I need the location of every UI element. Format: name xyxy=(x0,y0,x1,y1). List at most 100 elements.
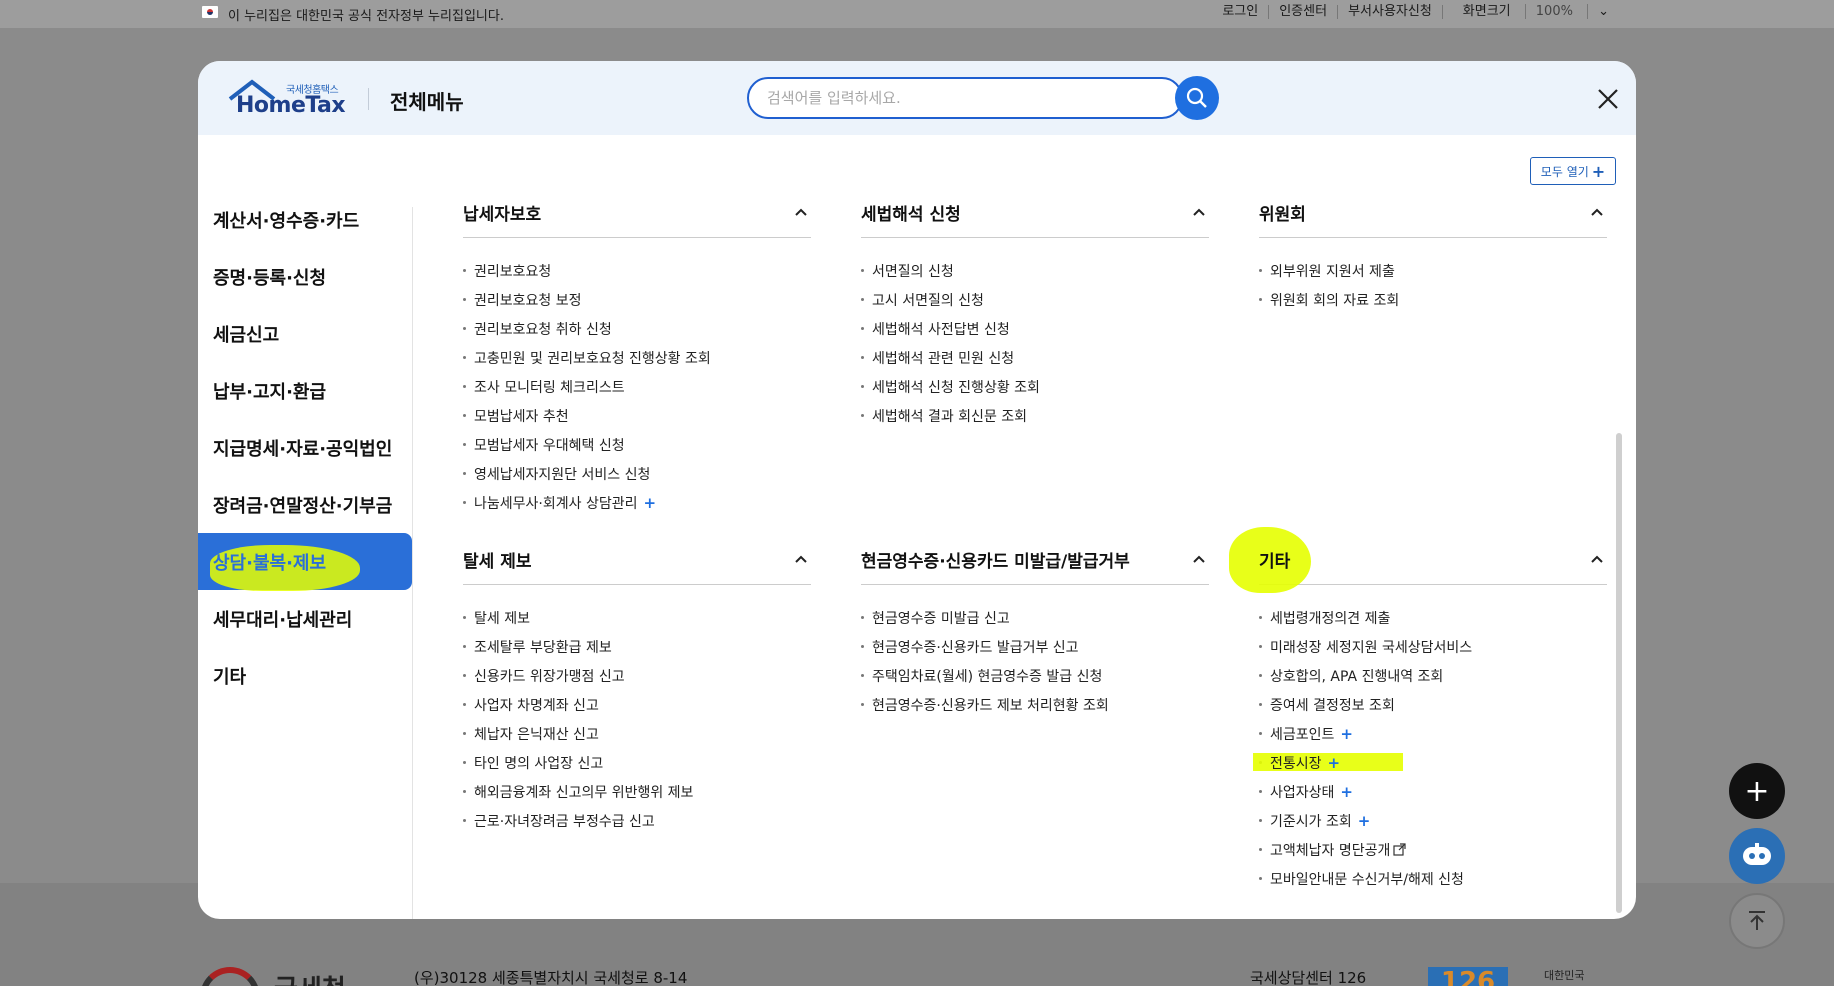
menu-link[interactable]: 영세납세자지원단 서비스 신청 xyxy=(463,459,811,488)
menu-link[interactable]: 사업자상태 + xyxy=(1259,777,1607,806)
hometax-logo[interactable]: 국세청홈택스 HomeTax xyxy=(228,79,348,119)
menu-link[interactable]: 고시 서면질의 신청 xyxy=(861,285,1209,314)
menu-link[interactable]: 고충민원 및 권리보호요청 진행상황 조회 xyxy=(463,343,811,372)
header-divider xyxy=(368,88,369,110)
expand-plus-icon[interactable]: + xyxy=(643,494,656,512)
menu-link[interactable]: 체납자 은닉재산 신고 xyxy=(463,719,811,748)
expand-plus-icon[interactable]: + xyxy=(1340,725,1353,743)
menu-link[interactable]: 위원회 회의 자료 조회 xyxy=(1259,285,1607,314)
chevron-up-icon xyxy=(1591,208,1603,216)
menu-link[interactable]: 서면질의 신청 xyxy=(861,256,1209,285)
nav-item-consultation[interactable]: 상담·불복·제보 xyxy=(198,533,412,591)
menu-link[interactable]: 조세탈루 부당환급 제보 xyxy=(463,632,811,661)
category-nav: 계산서·영수증·카드 증명·등록·신청 세금신고 납부·고지·환급 지급명세·자… xyxy=(198,191,412,704)
chatbot-button[interactable] xyxy=(1729,828,1785,884)
expand-plus-icon[interactable]: + xyxy=(1340,783,1353,801)
arrow-up-icon xyxy=(1749,911,1765,930)
menu-link[interactable]: 권리보호요청 보정 xyxy=(463,285,811,314)
expand-plus-icon[interactable]: + xyxy=(1328,754,1341,772)
menu-link[interactable]: 세법해석 사전답변 신청 xyxy=(861,314,1209,343)
section-title: 기타 xyxy=(1259,552,1291,572)
menu-link[interactable]: 해외금융계좌 신고의무 위반행위 제보 xyxy=(463,777,811,806)
menu-link-traditional-market[interactable]: 전통시장 + xyxy=(1253,748,1607,777)
menu-link[interactable]: 나눔세무사·회계사 상담관리 + xyxy=(463,488,811,517)
chevron-up-icon xyxy=(1591,555,1603,563)
login-link[interactable]: 로그인 xyxy=(1212,5,1268,19)
nav-item-tax-filing[interactable]: 세금신고 xyxy=(198,305,412,362)
section-header[interactable]: 현금영수증·신용카드 미발급/발급거부 xyxy=(861,535,1209,585)
menu-link[interactable]: 모범납세자 우대혜택 신청 xyxy=(463,430,811,459)
menu-link[interactable]: 상호합의, APA 진행내역 조회 xyxy=(1259,661,1607,690)
menu-link[interactable]: 세금포인트 + xyxy=(1259,719,1607,748)
dept-user-link[interactable]: 부서사용자신청 xyxy=(1337,5,1442,19)
menu-link[interactable]: 근로·자녀장려금 부정수급 신고 xyxy=(463,806,811,835)
search-input[interactable] xyxy=(767,88,1147,108)
menu-link[interactable]: 조사 모니터링 체크리스트 xyxy=(463,372,811,401)
gov-banner: 이 누리집은 대한민국 공식 전자정부 누리집입니다. 로그인 인증센터 부서사… xyxy=(0,0,1834,28)
nts-logo-icon xyxy=(200,967,260,986)
menu-link[interactable]: 권리보호요청 xyxy=(463,256,811,285)
zoom-label: 화면크기 xyxy=(1462,4,1511,19)
korea-flag-icon xyxy=(202,6,218,18)
plus-icon: + xyxy=(1591,161,1606,181)
menu-link[interactable]: 외부위원 지원서 제출 xyxy=(1259,256,1607,285)
nav-item-label: 계산서·영수증·카드 xyxy=(213,210,360,232)
section-header[interactable]: 위원회 xyxy=(1259,188,1607,238)
menu-link[interactable]: 세법령개정의견 제출 xyxy=(1259,603,1607,632)
section-header[interactable]: 세법해석 신청 xyxy=(861,188,1209,238)
nav-item-tax-agent[interactable]: 세무대리·납세관리 xyxy=(198,590,412,647)
section-tax-interpretation: 세법해석 신청 서면질의 신청 고시 서면질의 신청 세법해석 사전답변 신청 … xyxy=(861,188,1209,430)
search-icon xyxy=(1186,87,1207,108)
chevron-up-icon xyxy=(1193,208,1205,216)
menu-link[interactable]: 세법해석 결과 회신문 조회 xyxy=(861,401,1209,430)
menu-link[interactable]: 모범납세자 추천 xyxy=(463,401,811,430)
nav-item-statements[interactable]: 지급명세·자료·공익법인 xyxy=(198,419,412,476)
nav-item-invoices[interactable]: 계산서·영수증·카드 xyxy=(198,191,412,248)
nav-item-incentives[interactable]: 장려금·연말정산·기부금 xyxy=(198,476,412,533)
menu-link[interactable]: 증여세 결정정보 조회 xyxy=(1259,690,1607,719)
menu-link[interactable]: 현금영수증·신용카드 제보 처리현황 조회 xyxy=(861,690,1209,719)
section-title: 납세자보호 xyxy=(463,205,542,225)
nav-item-payment[interactable]: 납부·고지·환급 xyxy=(198,362,412,419)
quick-menu-plus-button[interactable]: + xyxy=(1729,763,1785,819)
menu-link[interactable]: 세법해석 신청 진행상황 조회 xyxy=(861,372,1209,401)
nav-item-label: 지급명세·자료·공익법인 xyxy=(213,438,393,460)
nav-item-certificates[interactable]: 증명·등록·신청 xyxy=(198,248,412,305)
open-all-button[interactable]: 모두 열기 + xyxy=(1530,157,1616,185)
nav-item-etc[interactable]: 기타 xyxy=(198,647,412,704)
zoom-control[interactable]: 화면크기 100% ⌄ xyxy=(1441,4,1629,19)
menu-link[interactable]: 세법해석 관련 민원 신청 xyxy=(861,343,1209,372)
menu-link[interactable]: 모바일안내문 수신거부/해제 신청 xyxy=(1259,864,1607,893)
menu-link[interactable]: 현금영수증·신용카드 발급거부 신고 xyxy=(861,632,1209,661)
section-header[interactable]: 탈세 제보 xyxy=(463,535,811,585)
menu-link[interactable]: 신용카드 위장가맹점 신고 xyxy=(463,661,811,690)
menu-link[interactable]: 탈세 제보 xyxy=(463,603,811,632)
expand-plus-icon[interactable]: + xyxy=(1358,812,1371,830)
section-title: 현금영수증·신용카드 미발급/발급거부 xyxy=(861,552,1130,572)
menu-link[interactable]: 기준시가 조회 + xyxy=(1259,806,1607,835)
menu-link[interactable]: 현금영수증 미발급 신고 xyxy=(861,603,1209,632)
menu-link[interactable]: 권리보호요청 취하 신청 xyxy=(463,314,811,343)
section-cash-receipt: 현금영수증·신용카드 미발급/발급거부 현금영수증 미발급 신고 현금영수증·신… xyxy=(861,535,1209,719)
open-all-label: 모두 열기 xyxy=(1540,164,1589,179)
menu-link[interactable]: 고액체납자 명단공개 xyxy=(1259,835,1607,864)
section-header[interactable]: 기타 xyxy=(1229,527,1607,593)
nav-item-label: 납부·고지·환급 xyxy=(213,381,327,403)
menu-link[interactable]: 사업자 차명계좌 신고 xyxy=(463,690,811,719)
modal-scrollbar[interactable] xyxy=(1616,433,1622,913)
all-menu-modal: 국세청홈택스 HomeTax 전체메뉴 모두 열기+ 계산서·영수증·카드 증명… xyxy=(198,61,1636,919)
search-button[interactable] xyxy=(1175,76,1219,120)
menu-link[interactable]: 타인 명의 사업장 신고 xyxy=(463,748,811,777)
scroll-top-button[interactable] xyxy=(1729,893,1785,949)
nav-item-label: 증명·등록·신청 xyxy=(213,267,327,289)
nav-item-label: 장려금·연말정산·기부금 xyxy=(213,495,393,517)
section-committee: 위원회 외부위원 지원서 제출 위원회 회의 자료 조회 xyxy=(1259,188,1607,314)
menu-link[interactable]: 주택임차료(월세) 현금영수증 발급 신청 xyxy=(861,661,1209,690)
chatbot-icon xyxy=(1743,843,1771,865)
chevron-up-icon xyxy=(1193,555,1205,563)
cert-center-link[interactable]: 인증센터 xyxy=(1268,5,1337,19)
footer-callcenter: 국세상담센터 126 xyxy=(1250,969,1367,986)
section-header[interactable]: 납세자보호 xyxy=(463,188,811,238)
menu-link[interactable]: 미래성장 세정지원 국세상담서비스 xyxy=(1259,632,1607,661)
close-button[interactable] xyxy=(1596,87,1620,111)
